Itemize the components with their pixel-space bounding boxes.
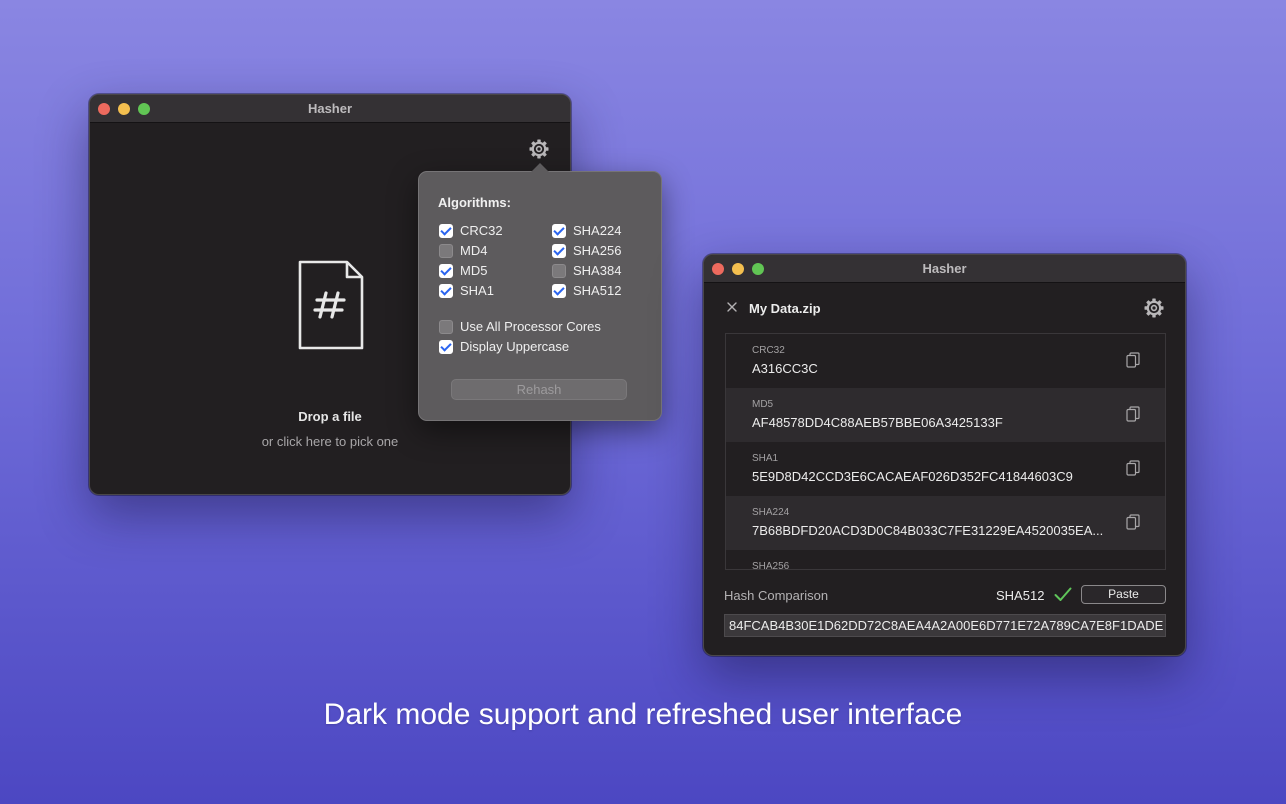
hash-row-sha256: SHA256 <box>726 550 1165 570</box>
checkbox-box[interactable] <box>439 283 453 298</box>
option-checkbox-uppercase[interactable]: Display Uppercase <box>439 339 569 354</box>
algorithm-checkbox-sha256[interactable]: SHA256 <box>552 243 621 258</box>
algorithms-popover: Algorithms: CRC32 MD4 MD5 SHA1 SHA224 SH… <box>418 163 662 421</box>
copy-icon[interactable] <box>1126 460 1140 476</box>
window-title: Hasher <box>922 261 967 276</box>
popover-arrow <box>531 163 549 172</box>
algorithm-checkbox-sha1[interactable]: SHA1 <box>439 283 494 298</box>
drop-subtitle: or click here to pick one <box>261 434 399 449</box>
checkbox-box[interactable] <box>439 339 453 354</box>
close-window-button[interactable] <box>712 263 724 275</box>
hash-value: A316CC3C <box>752 361 818 376</box>
checkbox-label: Use All Processor Cores <box>460 319 601 334</box>
checkbox-box[interactable] <box>552 283 566 298</box>
hash-algorithm-label: SHA256 <box>752 561 790 570</box>
rehash-button[interactable]: Rehash <box>451 379 627 400</box>
zoom-window-button[interactable] <box>138 103 150 115</box>
hash-algorithm-label: SHA224 <box>752 507 790 518</box>
checkbox-box[interactable] <box>439 223 453 238</box>
checkbox-box[interactable] <box>439 243 453 258</box>
checkbox-label: SHA512 <box>573 283 622 298</box>
paste-button[interactable]: Paste <box>1081 585 1166 604</box>
close-window-button[interactable] <box>98 103 110 115</box>
traffic-lights <box>98 103 150 115</box>
window-title: Hasher <box>307 101 353 116</box>
checkbox-box[interactable] <box>552 223 566 238</box>
checkbox-box[interactable] <box>552 243 566 258</box>
checkbox-box[interactable] <box>439 263 453 278</box>
hash-list[interactable]: CRC32 A316CC3C MD5 AF48578DD4C88AEB57BBE… <box>725 333 1166 570</box>
file-name: My Data.zip <box>749 301 821 316</box>
hash-value: 5E9D8D42CCD3E6CACAEAF026D352FC41844603C9 <box>752 469 1073 484</box>
hash-algorithm-label: CRC32 <box>752 345 785 356</box>
titlebar: Hasher <box>704 255 1185 283</box>
algorithm-checkbox-md5[interactable]: MD5 <box>439 263 487 278</box>
copy-icon[interactable] <box>1126 514 1140 530</box>
checkbox-label: SHA224 <box>573 223 622 238</box>
checkbox-label: SHA1 <box>460 283 494 298</box>
zoom-window-button[interactable] <box>752 263 764 275</box>
hash-comparison-label: Hash Comparison <box>724 588 829 603</box>
minimize-window-button[interactable] <box>732 263 744 275</box>
close-file-icon[interactable] <box>726 301 738 313</box>
hash-comparison-field[interactable]: 84FCAB4B30E1D62DD72C8AEA4A2A00E6D771E72A… <box>724 614 1166 637</box>
checkbox-box[interactable] <box>439 319 453 334</box>
checkbox-label: SHA256 <box>573 243 622 258</box>
checkbox-label: CRC32 <box>460 223 503 238</box>
matched-algorithm: SHA512 <box>996 588 1045 603</box>
hash-row-crc32: CRC32 A316CC3C <box>726 334 1165 388</box>
match-check-icon <box>1054 587 1072 601</box>
checkbox-label: SHA384 <box>573 263 622 278</box>
algorithm-checkbox-sha224[interactable]: SHA224 <box>552 223 621 238</box>
hash-algorithm-label: SHA1 <box>752 453 779 464</box>
algorithm-checkbox-sha512[interactable]: SHA512 <box>552 283 621 298</box>
marketing-caption: Dark mode support and refreshed user int… <box>323 698 963 731</box>
hash-value: AF48578DD4C88AEB57BBE06A3425133F <box>752 415 1003 430</box>
copy-icon[interactable] <box>1126 352 1140 368</box>
hasher-window-results: Hasher My Data.zip CRC32 A316CC3C MD5 AF… <box>703 254 1186 656</box>
gear-icon[interactable] <box>1144 298 1164 318</box>
traffic-lights <box>712 263 764 275</box>
option-checkbox-all-cores[interactable]: Use All Processor Cores <box>439 319 601 334</box>
checkbox-box[interactable] <box>552 263 566 278</box>
checkbox-label: MD5 <box>460 263 488 278</box>
titlebar: Hasher <box>90 95 570 123</box>
checkbox-label: MD4 <box>460 243 488 258</box>
hash-algorithm-label: MD5 <box>752 399 774 410</box>
hash-row-sha1: SHA1 5E9D8D42CCD3E6CACAEAF026D352FC41844… <box>726 442 1165 496</box>
hash-file-icon <box>298 260 364 350</box>
hash-value: 7B68BDFD20ACD3D0C84B033C7FE31229EA452003… <box>752 523 1104 538</box>
hash-row-sha224: SHA224 7B68BDFD20ACD3D0C84B033C7FE31229E… <box>726 496 1165 550</box>
minimize-window-button[interactable] <box>118 103 130 115</box>
algorithm-checkbox-crc32[interactable]: CRC32 <box>439 223 503 238</box>
gear-icon[interactable] <box>529 139 549 159</box>
algorithm-checkbox-sha384[interactable]: SHA384 <box>552 263 621 278</box>
popover-title: Algorithms: <box>438 195 511 210</box>
hash-row-md5: MD5 AF48578DD4C88AEB57BBE06A3425133F <box>726 388 1165 442</box>
copy-icon[interactable] <box>1126 406 1140 422</box>
checkbox-label: Display Uppercase <box>460 339 570 354</box>
algorithm-checkbox-md4[interactable]: MD4 <box>439 243 487 258</box>
